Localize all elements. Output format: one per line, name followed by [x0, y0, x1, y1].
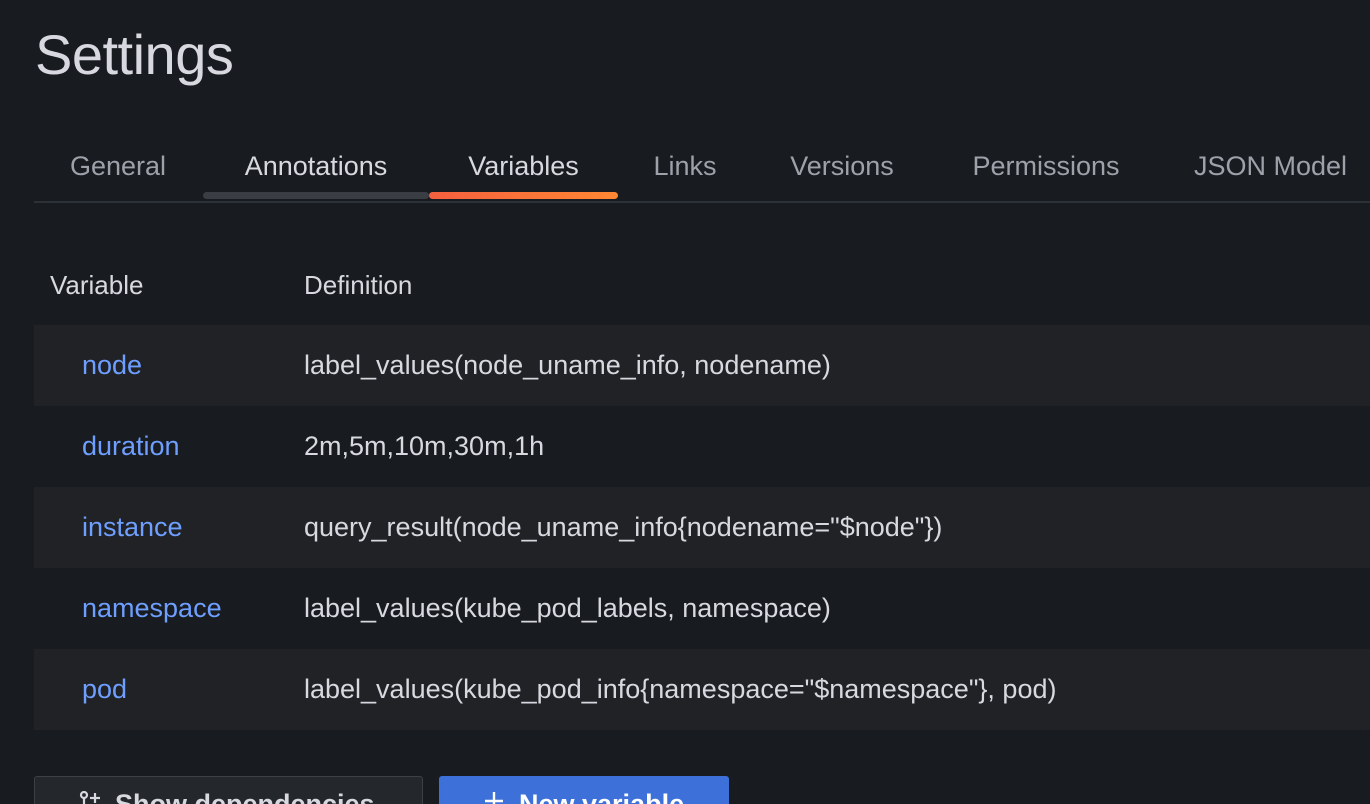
variable-name-link[interactable]: duration [82, 431, 180, 462]
variable-definition: label_values(node_uname_info, nodename) [304, 350, 831, 380]
tab-active-underline [429, 192, 618, 199]
tab-permissions[interactable]: Permissions [948, 132, 1144, 200]
tab-label: Annotations [244, 150, 388, 181]
tab-label: Versions [790, 150, 894, 181]
settings-tabs: General Annotations Variables Links Vers… [34, 132, 1370, 203]
column-header-definition: Definition [304, 270, 413, 300]
variable-definition: 2m,5m,10m,30m,1h [304, 431, 545, 461]
show-dependencies-button[interactable]: Show dependencies [34, 776, 423, 804]
table-row[interactable]: duration 2m,5m,10m,30m,1h [34, 406, 1370, 487]
variable-name-link[interactable]: namespace [82, 593, 222, 624]
table-row[interactable]: pod label_values(kube_pod_info{namespace… [34, 649, 1370, 730]
tab-json-model[interactable]: JSON Model [1178, 132, 1370, 200]
button-label: New variable [519, 788, 685, 804]
tab-variables[interactable]: Variables [429, 132, 618, 200]
tab-hover-underline [203, 192, 429, 199]
new-variable-button[interactable]: New variable [439, 776, 729, 804]
tab-versions[interactable]: Versions [766, 132, 918, 200]
settings-page: Settings General Annotations Variables L… [0, 0, 1370, 804]
variable-definition: label_values(kube_pod_labels, namespace) [304, 593, 831, 623]
tab-general[interactable]: General [34, 132, 202, 200]
variables-table: node label_values(node_uname_info, noden… [34, 325, 1370, 730]
page-title: Settings [35, 23, 234, 86]
variable-name-link[interactable]: instance [82, 512, 183, 543]
plus-icon [483, 790, 505, 804]
tab-label: Variables [468, 150, 579, 181]
variable-definition: query_result(node_uname_info{nodename="$… [304, 512, 943, 542]
tab-links[interactable]: Links [634, 132, 736, 200]
git-branch-icon [79, 790, 101, 804]
tab-label: Links [653, 150, 717, 181]
table-row[interactable]: namespace label_values(kube_pod_labels, … [34, 568, 1370, 649]
variable-definition: label_values(kube_pod_info{namespace="$n… [304, 674, 1057, 704]
column-header-variable: Variable [50, 270, 144, 300]
table-row[interactable]: node label_values(node_uname_info, noden… [34, 325, 1370, 406]
tab-label: General [69, 150, 167, 181]
table-row[interactable]: instance query_result(node_uname_info{no… [34, 487, 1370, 568]
variable-name-link[interactable]: node [82, 350, 142, 381]
tab-label: JSON Model [1194, 150, 1348, 181]
tab-annotations[interactable]: Annotations [203, 132, 429, 200]
button-label: Show dependencies [115, 788, 375, 804]
tab-label: Permissions [972, 150, 1120, 181]
variable-name-link[interactable]: pod [82, 674, 127, 705]
